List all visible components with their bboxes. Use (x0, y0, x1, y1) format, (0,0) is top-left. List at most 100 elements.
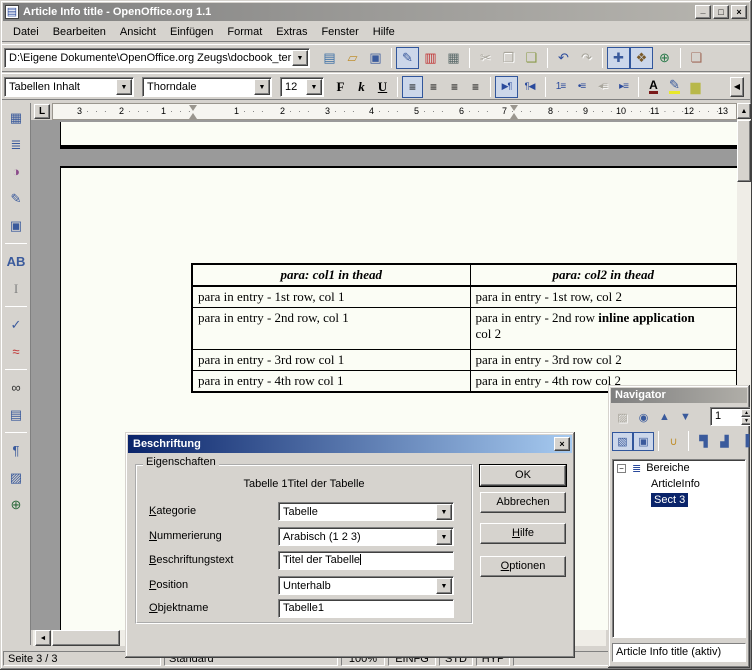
table-cell[interactable]: para in entry - 4th row col 1 (192, 371, 470, 393)
navigation-icon[interactable]: ◉ (633, 408, 654, 427)
menu-item[interactable]: Bearbeiten (46, 24, 113, 40)
ok-button[interactable]: OK (480, 465, 566, 486)
tree-item-label[interactable]: ArticleInfo (651, 478, 700, 490)
copy-icon[interactable]: ❐ (497, 47, 520, 69)
help-button[interactable]: Hilfe (480, 523, 566, 544)
style-dropdown-icon[interactable]: ▼ (116, 79, 132, 95)
font-color-icon[interactable]: A (643, 76, 664, 98)
font-size-combobox[interactable]: 12 ▼ (280, 77, 324, 97)
navigator-document-list[interactable]: Article Info title (aktiv) (612, 643, 746, 662)
scroll-left-icon[interactable]: ◄ (35, 630, 51, 646)
position-dropdown-icon[interactable]: ▼ (436, 578, 452, 594)
category-value[interactable]: Tabelle (279, 506, 436, 518)
maximize-button[interactable]: □ (713, 5, 729, 19)
drag-mode-icon[interactable]: ▧ (612, 432, 633, 451)
font-name-combobox[interactable]: Thorndale ▼ (142, 77, 272, 97)
header-icon[interactable]: ▜ (693, 432, 714, 451)
position-value[interactable]: Unterhalb (279, 580, 436, 592)
draw-functions-icon[interactable]: ✎ (4, 187, 28, 210)
table-cell[interactable]: para in entry - 1st row, col 2 (470, 286, 737, 308)
insert-section-icon[interactable]: ≣ (4, 133, 28, 156)
numbering-icon[interactable]: 1≡ (550, 76, 571, 98)
undo-icon[interactable]: ↶ (552, 47, 575, 69)
bullets-icon[interactable]: •≡ (571, 76, 592, 98)
hyperlink-icon[interactable]: ⊕ (653, 47, 676, 69)
underline-icon[interactable]: U (372, 76, 393, 98)
bold-icon[interactable]: F (330, 76, 351, 98)
paragraph-background-icon[interactable]: ▆ (685, 76, 706, 98)
table-cell[interactable]: para: col2 in thead (470, 264, 737, 286)
footer-icon[interactable]: ▟ (714, 432, 735, 451)
size-dropdown-icon[interactable]: ▼ (306, 79, 322, 95)
load-url-value[interactable]: D:\Eigene Dokumente\OpenOffice.org Zeugs… (5, 52, 292, 64)
content-view-icon[interactable]: ▣ (633, 432, 654, 451)
table-cell[interactable]: para in entry - 2nd row inline applicati… (470, 308, 737, 350)
redo-icon[interactable]: ↷ (575, 47, 598, 69)
previous-page-bottom[interactable] (60, 122, 737, 149)
tree-item-articleinfo[interactable]: ArticleInfo (613, 476, 745, 492)
paragraph-style-combobox[interactable]: Tabellen Inhalt ▼ (4, 77, 134, 97)
menu-item[interactable]: Einfügen (163, 24, 220, 40)
numbering-value[interactable]: Arabisch (1 2 3) (279, 531, 436, 543)
minimize-button[interactable]: _ (695, 5, 711, 19)
table-cell[interactable]: para: col1 in thead (192, 264, 470, 286)
increase-indent-icon[interactable]: ▸≡ (613, 76, 634, 98)
font-name-value[interactable]: Thorndale (143, 81, 254, 93)
spellcheck-icon[interactable]: ✓ (4, 313, 28, 336)
decrease-indent-icon[interactable]: ◂≡ (592, 76, 613, 98)
horizontal-scrollbar-thumb[interactable] (52, 630, 120, 646)
edit-file-icon[interactable]: ✎ (396, 47, 419, 69)
graphics-toggle-icon[interactable]: ▨ (4, 466, 28, 489)
menu-item[interactable]: Datei (6, 24, 46, 40)
next-page-icon[interactable]: ▼ (675, 408, 696, 427)
navigator-content-tree[interactable]: − ≣ Bereiche ArticleInfo Sect 3 (612, 459, 746, 638)
url-dropdown-icon[interactable]: ▼ (292, 50, 308, 66)
right-margin-marker[interactable] (510, 105, 519, 119)
align-justify-icon[interactable]: ≡ (465, 76, 486, 98)
menu-item[interactable]: Fenster (314, 24, 365, 40)
dialog-close-icon[interactable]: × (554, 437, 570, 451)
menu-item[interactable]: Extras (269, 24, 314, 40)
load-url-combobox[interactable]: D:\Eigene Dokumente\OpenOffice.org Zeugs… (4, 48, 310, 68)
navigator-title-bar[interactable]: Navigator (611, 388, 747, 403)
save-document-icon[interactable]: ▣ (364, 47, 387, 69)
tree-item-sect3[interactable]: Sect 3 (613, 492, 745, 508)
previous-page-icon[interactable]: ▲ (654, 408, 675, 427)
online-layout-icon[interactable]: ⊕ (4, 493, 28, 516)
find-replace-icon[interactable]: ∞ (4, 376, 28, 399)
cut-icon[interactable]: ✂ (474, 47, 497, 69)
document-table[interactable]: para: col1 in thead para: col2 in thead … (191, 263, 737, 393)
table-cell[interactable]: para in entry - 3rd row col 2 (470, 350, 737, 371)
align-left-icon[interactable]: ≡ (402, 76, 423, 98)
nonprinting-characters-icon[interactable]: ¶ (4, 439, 28, 462)
caption-text-input[interactable]: Titel der Tabelle (278, 551, 454, 570)
toolbar-more-icon[interactable]: ◀ (730, 77, 744, 97)
tree-item-label-selected[interactable]: Sect 3 (651, 493, 688, 507)
table-cell[interactable]: para in entry - 2nd row, col 1 (192, 308, 470, 350)
insert-table-icon[interactable]: ▦ (4, 106, 28, 129)
insert-form-icon[interactable]: ▣ (4, 214, 28, 237)
object-name-input[interactable]: Tabelle1 (278, 599, 454, 618)
align-right-icon[interactable]: ≡ (444, 76, 465, 98)
table-cell[interactable]: para in entry - 3rd row col 1 (192, 350, 470, 371)
left-to-right-icon[interactable]: ▶¶ (495, 76, 518, 98)
paragraph-style-value[interactable]: Tabellen Inhalt (5, 81, 116, 93)
stylist-toggle-icon[interactable]: ❖ (630, 47, 653, 69)
italic-icon[interactable]: k (351, 76, 372, 98)
numbering-combobox[interactable]: Arabisch (1 2 3) ▼ (278, 527, 454, 546)
font-size-value[interactable]: 12 (281, 81, 306, 93)
cancel-button[interactable]: Abbrechen (480, 492, 566, 513)
right-to-left-icon[interactable]: ¶◀ (518, 76, 541, 98)
gallery-icon[interactable]: ❏ (685, 47, 708, 69)
numbering-dropdown-icon[interactable]: ▼ (436, 529, 452, 545)
vertical-scrollbar-thumb[interactable] (737, 120, 751, 182)
category-dropdown-icon[interactable]: ▼ (436, 504, 452, 520)
insert-object-icon[interactable]: ◑ (4, 160, 28, 183)
navigator-toggle-icon[interactable]: ✚ (607, 47, 630, 69)
menu-item[interactable]: Ansicht (113, 24, 163, 40)
print-icon[interactable]: ▦ (442, 47, 465, 69)
tab-type-selector[interactable]: L (34, 104, 50, 119)
close-button[interactable]: × (731, 5, 747, 19)
scroll-up-icon[interactable]: ▲ (737, 103, 751, 119)
spin-down-icon[interactable]: ▼ (741, 417, 750, 425)
